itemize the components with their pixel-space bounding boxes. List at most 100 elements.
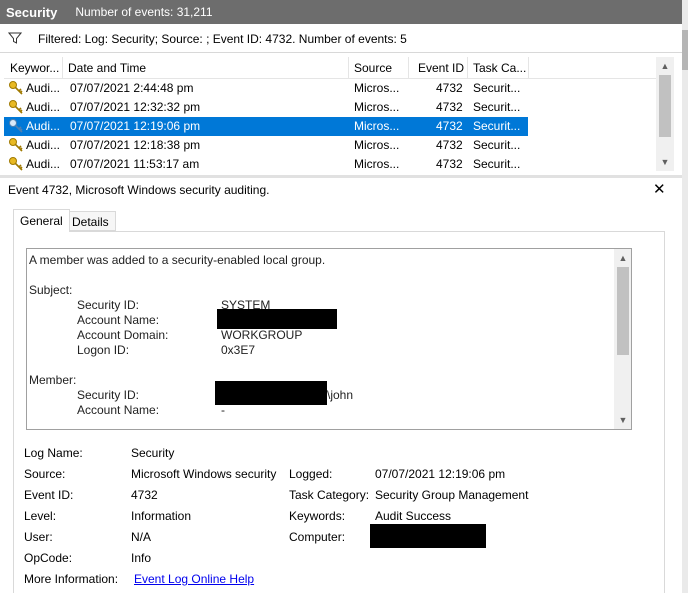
- redacted-block: [370, 524, 486, 548]
- cell-keyword: Audi...: [26, 157, 61, 171]
- cell-task: Securit...: [473, 138, 521, 152]
- cell-task: Securit...: [473, 119, 521, 133]
- user-value: N/A: [131, 530, 152, 544]
- user-label: User:: [24, 530, 53, 544]
- member-account-name-label: Account Name:: [77, 403, 160, 417]
- task-category-label: Task Category:: [289, 488, 370, 502]
- cell-task: Securit...: [473, 100, 521, 114]
- column-event-id[interactable]: Event ID: [418, 61, 464, 75]
- event-id-value: 4732: [131, 488, 158, 502]
- title-bar: Security Number of events: 31,211: [0, 0, 688, 24]
- cell-datetime: 07/07/2021 11:53:17 am: [70, 157, 200, 171]
- window-scrollbar[interactable]: [682, 0, 688, 593]
- column-source[interactable]: Source: [354, 61, 392, 75]
- computer-label: Computer:: [289, 530, 346, 544]
- cell-event-id: 4732: [436, 138, 463, 152]
- task-category-value: Security Group Management: [375, 488, 529, 502]
- logged-label: Logged:: [289, 467, 333, 481]
- table-row[interactable]: Audi... 07/07/2021 12:32:32 pm Micros...…: [4, 98, 528, 117]
- cell-source: Micros...: [354, 157, 400, 171]
- cell-keyword: Audi...: [26, 81, 61, 95]
- column-task-category[interactable]: Task Ca...: [473, 61, 526, 75]
- subject-logon-id-label: Logon ID:: [77, 343, 130, 357]
- key-icon: [9, 138, 23, 152]
- cell-event-id: 4732: [436, 157, 463, 171]
- cell-task: Securit...: [473, 157, 521, 171]
- event-message-box[interactable]: A member was added to a security-enabled…: [26, 248, 632, 430]
- cell-source: Micros...: [354, 81, 400, 95]
- grid-header: Keywor... Date and Time Source Event ID …: [4, 57, 660, 79]
- source-label: Source:: [24, 467, 66, 481]
- cell-event-id: 4732: [436, 81, 463, 95]
- member-security-id-value: \john: [327, 388, 354, 402]
- cell-datetime: 07/07/2021 12:18:38 pm: [70, 138, 201, 152]
- scroll-thumb[interactable]: [617, 267, 629, 355]
- cell-event-id: 4732: [436, 100, 463, 114]
- scroll-down-icon[interactable]: ▼: [656, 155, 674, 169]
- cell-datetime: 07/07/2021 12:32:32 pm: [70, 100, 201, 114]
- cell-keyword: Audi...: [26, 100, 61, 114]
- scroll-thumb[interactable]: [659, 75, 671, 137]
- cell-event-id: 4732: [436, 119, 463, 133]
- close-icon[interactable]: ✕: [653, 180, 666, 198]
- detail-title: Event 4732, Microsoft Windows security a…: [8, 183, 270, 197]
- subject-logon-id-value: 0x3E7: [221, 343, 256, 357]
- key-icon: [9, 157, 23, 171]
- source-value: Microsoft Windows security: [131, 467, 277, 481]
- cell-task: Securit...: [473, 81, 521, 95]
- event-log-help-link[interactable]: Event Log Online Help: [134, 572, 254, 586]
- grid-scrollbar[interactable]: ▲ ▼: [656, 57, 674, 171]
- subject-security-id-label: Security ID:: [77, 298, 140, 312]
- member-security-id-label: Security ID:: [77, 388, 140, 402]
- key-icon: [9, 81, 23, 95]
- table-row-selected[interactable]: Audi... 07/07/2021 12:19:06 pm Micros...…: [4, 117, 528, 136]
- keywords-value: Audit Success: [375, 509, 452, 523]
- message-scrollbar[interactable]: ▲ ▼: [614, 249, 631, 429]
- pane-splitter[interactable]: [0, 175, 688, 178]
- column-date-time[interactable]: Date and Time: [68, 61, 146, 75]
- scroll-up-icon[interactable]: ▲: [614, 251, 631, 265]
- filter-icon: [8, 32, 22, 44]
- table-row[interactable]: Audi... 07/07/2021 12:18:38 pm Micros...…: [4, 136, 528, 155]
- key-icon: [9, 119, 23, 133]
- redacted-block: [217, 309, 337, 329]
- cell-source: Micros...: [354, 119, 400, 133]
- filter-description: Filtered: Log: Security; Source: ; Event…: [38, 32, 407, 46]
- key-icon: [9, 100, 23, 114]
- table-row[interactable]: Audi... 07/07/2021 11:53:17 am Micros...…: [4, 155, 528, 171]
- cell-keyword: Audi...: [26, 138, 61, 152]
- message-intro: A member was added to a security-enabled…: [29, 253, 326, 267]
- tab-details[interactable]: Details: [65, 211, 116, 231]
- member-label: Member:: [29, 373, 77, 387]
- level-label: Level:: [24, 509, 57, 523]
- divider: [0, 52, 688, 53]
- subject-label: Subject:: [29, 283, 73, 297]
- member-account-name-value: -: [221, 403, 225, 417]
- event-count: Number of events: 31,211: [75, 5, 213, 19]
- scroll-thumb[interactable]: [682, 30, 688, 70]
- cell-datetime: 07/07/2021 2:44:48 pm: [70, 81, 194, 95]
- subject-account-name-label: Account Name:: [77, 313, 160, 327]
- event-grid[interactable]: Keywor... Date and Time Source Event ID …: [4, 57, 676, 171]
- log-name-value: Security: [131, 446, 175, 460]
- opcode-label: OpCode:: [24, 551, 73, 565]
- more-info-label: More Information:: [24, 572, 119, 586]
- redacted-block: [215, 381, 327, 405]
- scroll-up-icon[interactable]: ▲: [656, 59, 674, 73]
- scroll-down-icon[interactable]: ▼: [614, 413, 631, 427]
- column-keywords[interactable]: Keywor...: [10, 61, 59, 75]
- filter-bar: Filtered: Log: Security; Source: ; Event…: [0, 28, 688, 50]
- keywords-label: Keywords:: [289, 509, 346, 523]
- event-id-label: Event ID:: [24, 488, 74, 502]
- cell-keyword: Audi...: [26, 119, 61, 133]
- table-row[interactable]: Audi... 07/07/2021 2:44:48 pm Micros... …: [4, 79, 528, 98]
- subject-account-domain-label: Account Domain:: [77, 328, 169, 342]
- cell-datetime: 07/07/2021 12:19:06 pm: [70, 119, 201, 133]
- level-value: Information: [131, 509, 192, 523]
- tab-general[interactable]: General: [13, 209, 70, 232]
- subject-account-domain-value: WORKGROUP: [221, 328, 303, 342]
- log-name-label: Log Name:: [24, 446, 83, 460]
- cell-source: Micros...: [354, 100, 400, 114]
- logged-value: 07/07/2021 12:19:06 pm: [375, 467, 506, 481]
- cell-source: Micros...: [354, 138, 400, 152]
